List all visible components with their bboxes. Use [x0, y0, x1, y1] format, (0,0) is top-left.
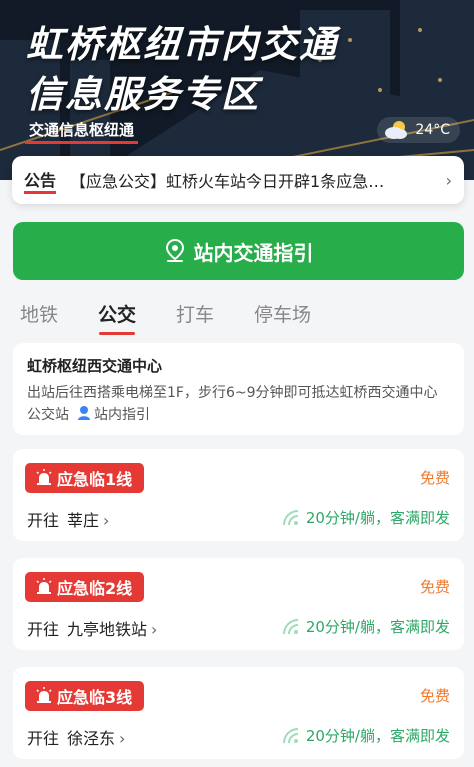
weather-widget: 24°C — [377, 117, 460, 143]
chevron-right-icon: › — [103, 511, 110, 530]
location-pin-icon — [165, 239, 184, 262]
temperature: 24°C — [415, 122, 450, 138]
partly-cloudy-icon — [385, 121, 408, 139]
route-card[interactable]: 应急临3线 免费 开往 徐泾东 › 20分钟/躺，客满即发 — [13, 667, 464, 759]
route-badge: 应急临1线 — [25, 463, 145, 493]
route-badge: 应急临2线 — [25, 572, 145, 602]
route-destination[interactable]: 开往 九亭地铁站 › — [27, 616, 157, 640]
station-info-title: 虹桥枢纽西交通中心 — [27, 357, 163, 375]
route-dest-label: 开往 — [27, 729, 60, 748]
route-price: 免费 — [419, 578, 450, 596]
notice-bar[interactable]: 公告 【应急公交】虹桥火车站今日开辟1条应急… › — [12, 156, 464, 204]
station-info-card: 虹桥枢纽西交通中心 出站后往西搭乘电梯至1F，步行6~9分钟即可抵达虹桥西交通中… — [13, 343, 464, 435]
tab-taxi[interactable]: 打车 — [176, 300, 214, 335]
person-pin-icon — [78, 406, 90, 420]
route-destination[interactable]: 开往 徐泾东 › — [27, 725, 125, 749]
route-dest-label: 开往 — [27, 511, 60, 530]
siren-icon — [36, 469, 52, 485]
route-name: 应急临1线 — [57, 470, 133, 489]
chevron-right-icon: › — [151, 620, 158, 639]
chevron-right-icon: › — [119, 729, 126, 748]
route-price: 免费 — [419, 687, 450, 705]
route-destination[interactable]: 开往 莘庄 › — [27, 507, 109, 531]
route-name: 应急临2线 — [57, 579, 133, 598]
station-guide-link[interactable]: 站内指引 — [69, 406, 150, 423]
notice-tag: 公告 — [24, 167, 57, 194]
signal-icon — [282, 727, 298, 743]
transport-tabs: 地铁 公交 打车 停车场 — [20, 300, 311, 335]
chevron-right-icon: › — [445, 170, 452, 190]
siren-icon — [36, 687, 52, 703]
route-dest-name: 九亭地铁站 — [67, 620, 148, 639]
notice-text: 【应急公交】虹桥火车站今日开辟1条应急… — [70, 172, 385, 191]
hero-title-line2: 信息服务专区 — [26, 73, 260, 116]
signal-icon — [282, 509, 298, 525]
tab-metro[interactable]: 地铁 — [20, 300, 58, 335]
tab-parking[interactable]: 停车场 — [254, 300, 311, 335]
hero-title: 虹桥枢纽市内交通 信息服务专区 — [26, 20, 338, 120]
hero-banner: 虹桥枢纽市内交通 信息服务专区 交通信息枢纽通 24°C — [0, 0, 474, 180]
route-frequency-text: 20分钟/躺，客满即发 — [305, 509, 450, 527]
route-dest-name: 徐泾东 — [67, 729, 116, 748]
hero-title-line1: 虹桥枢纽市内交通 — [26, 23, 338, 66]
station-guide-label: 站内交通指引 — [193, 240, 314, 265]
station-guide-button[interactable]: 站内交通指引 — [13, 222, 464, 280]
route-dest-name: 莘庄 — [67, 511, 100, 530]
route-card[interactable]: 应急临1线 免费 开往 莘庄 › 20分钟/躺，客满即发 — [13, 449, 464, 541]
route-frequency: 20分钟/躺，客满即发 — [282, 616, 450, 637]
siren-icon — [36, 578, 52, 594]
station-guide-link-label: 站内指引 — [94, 407, 150, 423]
route-card[interactable]: 应急临2线 免费 开往 九亭地铁站 › 20分钟/躺，客满即发 — [13, 558, 464, 650]
hero-subtitle: 交通信息枢纽通 — [25, 118, 139, 144]
route-badge: 应急临3线 — [25, 681, 145, 711]
tab-bus[interactable]: 公交 — [98, 300, 136, 335]
route-frequency: 20分钟/躺，客满即发 — [282, 725, 450, 746]
route-name: 应急临3线 — [57, 688, 133, 707]
signal-icon — [282, 618, 298, 634]
route-frequency: 20分钟/躺，客满即发 — [282, 507, 450, 528]
station-info-desc: 出站后往西搭乘电梯至1F，步行6~9分钟即可抵达虹桥西交通中心公交站 站内指引 — [27, 382, 450, 426]
route-frequency-text: 20分钟/躺，客满即发 — [305, 618, 450, 636]
route-dest-label: 开往 — [27, 620, 60, 639]
route-frequency-text: 20分钟/躺，客满即发 — [305, 727, 450, 745]
route-price: 免费 — [419, 469, 450, 487]
